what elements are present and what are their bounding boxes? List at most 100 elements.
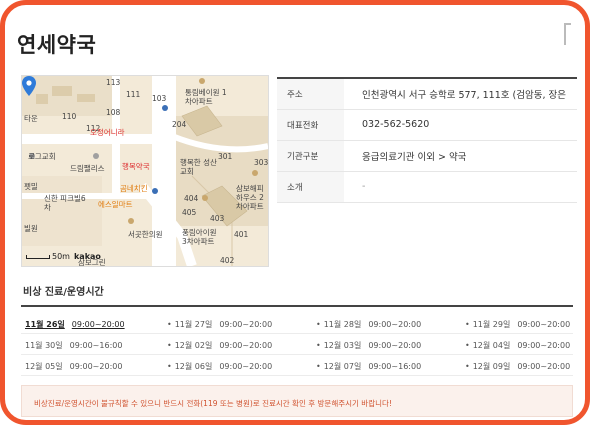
hours-cell: • 11월 29일 09:00~20:00 [465,319,570,330]
bullet: • [316,320,321,329]
time: 09:00~20:00 [219,341,273,350]
hours-cell-today: 11월 26일 09:00~20:00 [25,319,125,330]
map-label: 에스일마트 [98,200,133,209]
bullet: • [465,362,470,371]
map-label: 113 [106,78,121,87]
time: 09:00~16:00 [69,341,123,350]
date: 12월 03일 [323,341,362,350]
date: 12월 04일 [472,341,511,350]
hours-row: 12월 05일 09:00~20:00 • 12월 06일 09:00~20:00 •… [21,355,573,376]
map-label: 서곳한의원 [128,230,163,239]
map-label: 곰네치킨 [120,184,148,193]
info-label: 대표전화 [277,109,344,140]
time: 09:00~20:00 [368,341,422,350]
map-label: 108 [106,108,121,117]
map-label: 111 [126,90,141,99]
address-value: 인천광역시 서구 승학로 577, 111호 (검암동, 장은 [362,89,566,101]
info-row-category: 기관구분 응급의료기관 이외 > 약국 [277,140,577,171]
scale-text: 50m [52,252,70,261]
map-label: 402 [220,256,235,265]
hours-cell: 12월 05일 09:00~20:00 [25,361,122,372]
date: 12월 05일 [25,362,63,371]
map-label: 403 [210,214,225,223]
map-label: 303 [254,158,269,167]
bullet: • [316,362,321,371]
hours-cell: 11월 30일 09:00~16:00 [25,340,122,351]
date: 12월 06일 [174,362,213,371]
bullet: • [167,320,172,329]
page-frame: 연세약국 113 111 110 112 타운 오정어니라 로그교회 드림팰리스… [0,0,590,425]
corner-tab [564,23,571,45]
page-title: 연세약국 [17,33,97,57]
info-table: 주소 인천광역시 서구 승학로 577, 111호 (검암동, 장은 대표전화 … [277,77,577,203]
map-label: 행복약국 [122,162,150,171]
time: 09:00~20:00 [517,320,571,329]
map-label: 404 [184,194,199,203]
map-label: 301 [218,152,233,161]
map-label: 통림베이원 1차아파트 [185,88,227,106]
date: 12월 09일 [472,362,511,371]
map-label: 행복한 성산교회 [180,158,217,176]
hours-cell: • 11월 27일 09:00~20:00 [167,319,272,330]
map-label: 풍림아이원 3차아파트 [182,228,217,246]
date: 12월 07일 [323,362,362,371]
date: 11월 27일 [174,320,213,329]
time: 09:00~20:00 [219,362,273,371]
phone-value[interactable]: 032-562-5620 [344,109,577,140]
map-label: 401 [234,230,249,239]
map-label: 103 [152,94,167,103]
map-label: 신한 피크빌6차 [44,194,86,212]
hours-row: 11월 30일 09:00~16:00 • 12월 02일 09:00~20:00 •… [21,334,573,355]
kakao-logo: kakao [73,252,101,261]
hours-section-title: 비상 진료/운영시간 [23,287,104,298]
hours-cell: • 12월 03일 09:00~20:00 [316,340,421,351]
hours-cell: • 12월 07일 09:00~16:00 [316,361,421,372]
info-row-phone: 대표전화 032-562-5620 [277,109,577,140]
scale-bar [26,254,50,259]
date: 11월 28일 [323,320,362,329]
info-row-address: 주소 인천광역시 서구 승학로 577, 111호 (검암동, 장은 [277,78,577,109]
hours-cell: • 12월 02일 09:00~20:00 [167,340,272,351]
intro-value: - [362,181,366,192]
map-label: 110 [62,112,77,121]
map-label: 204 [172,120,187,129]
section-divider [21,305,573,307]
info-row-intro: 소개 - [277,171,577,202]
time: 09:00~20:00 [71,320,125,329]
hours-cell: • 12월 09일 09:00~20:00 [465,361,570,372]
bullet: • [316,341,321,350]
map-label: 로그교회 [28,152,56,161]
map-label: 빌원 [24,224,38,233]
date: 11월 29일 [472,320,511,329]
map-label: 삼보해피하우스 2차아파트 [236,184,264,211]
info-label: 기관구분 [277,140,344,171]
info-label: 소개 [277,171,344,202]
bullet: • [167,341,172,350]
date: 12월 02일 [174,341,213,350]
time: 09:00~20:00 [219,320,273,329]
category-value: 응급의료기관 이외 > 약국 [362,151,467,163]
time: 09:00~16:00 [368,362,422,371]
map-label: 오정어니라 [90,128,125,137]
map-label: 타운 [24,114,38,123]
hours-table: 11월 26일 09:00~20:00 • 11월 27일 09:00~20:00 •… [21,313,573,376]
time: 09:00~20:00 [368,320,422,329]
map-scale: 50m kakao [26,252,101,261]
date: 11월 26일 [25,320,65,329]
time: 09:00~20:00 [69,362,123,371]
hours-cell: • 12월 04일 09:00~20:00 [465,340,570,351]
bullet: • [465,320,470,329]
location-map[interactable]: 113 111 110 112 타운 오정어니라 로그교회 드림팰리스 신한 피… [21,75,269,267]
hours-cell: • 11월 28일 09:00~20:00 [316,319,421,330]
hours-row: 11월 26일 09:00~20:00 • 11월 27일 09:00~20:00 •… [21,313,573,334]
map-label: 405 [182,208,197,217]
bullet: • [167,362,172,371]
map-pin-icon[interactable] [22,76,36,96]
map-label: 펫밀 [24,182,38,191]
time: 09:00~20:00 [517,341,571,350]
date: 11월 30일 [25,341,63,350]
notice-banner: 비상진료/운영시간이 불규칙할 수 있으니 반드시 전화(119 또는 병원)로… [21,385,573,417]
map-label: 드림팰리스 [70,164,105,173]
info-label: 주소 [277,78,344,109]
time: 09:00~20:00 [517,362,571,371]
